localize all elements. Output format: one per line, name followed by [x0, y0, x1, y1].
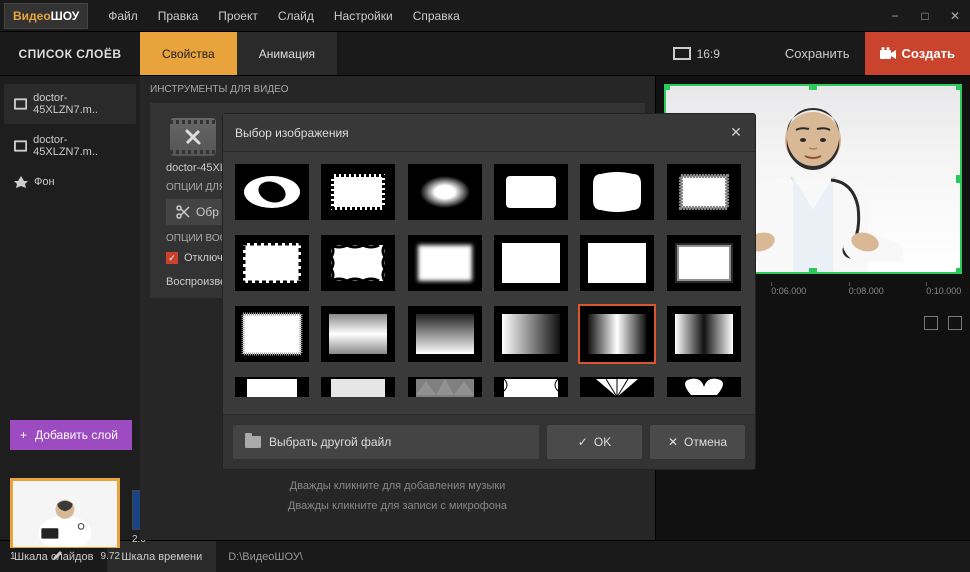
menu-help[interactable]: Справка	[403, 1, 470, 31]
mask-option[interactable]	[494, 164, 568, 220]
tick: 0:08.000	[849, 286, 884, 296]
cross-icon	[668, 435, 678, 449]
video-clip-icon	[170, 118, 216, 156]
mask-option[interactable]	[321, 306, 395, 362]
titlebar: ВидеоШОУ Файл Правка Проект Слайд Настро…	[0, 0, 970, 32]
choose-file-label: Выбрать другой файл	[269, 435, 391, 449]
add-layer-label: Добавить слой	[35, 428, 118, 442]
create-label: Создать	[902, 46, 955, 61]
snapshot-icon[interactable]	[924, 316, 938, 330]
mask-option[interactable]	[580, 377, 654, 397]
layer-label: doctor-45XLZN7.m..	[33, 92, 126, 116]
doctor-thumbnail-image	[13, 481, 117, 547]
mask-option[interactable]	[408, 235, 482, 291]
minimize-button[interactable]: −	[880, 1, 910, 31]
create-button[interactable]: Создать	[865, 32, 970, 75]
cancel-button[interactable]: Отмена	[650, 425, 745, 459]
mask-option[interactable]	[494, 235, 568, 291]
add-music-hint[interactable]: Дважды кликните для добавления музыки	[140, 480, 655, 492]
tick: 0:06.000	[771, 286, 806, 296]
check-icon	[578, 435, 588, 449]
mask-option[interactable]	[408, 377, 482, 397]
layer-item[interactable]: Фон	[4, 168, 136, 196]
mask-option[interactable]	[235, 164, 309, 220]
crop-label: Обр	[196, 205, 219, 219]
menu-settings[interactable]: Настройки	[324, 1, 403, 31]
modal-header: Выбор изображения ✕	[223, 114, 755, 152]
tools-label: ИНСТРУМЕНТЫ ДЛЯ ВИДЕО	[140, 76, 655, 103]
modal-footer: Выбрать другой файл OK Отмена	[223, 414, 755, 469]
mask-option[interactable]	[494, 306, 568, 362]
record-mic-hint[interactable]: Дважды кликните для записи с микрофона	[140, 500, 655, 512]
tick: 0:10.000	[926, 286, 961, 296]
film-icon	[14, 140, 27, 152]
app-logo: ВидеоШОУ	[4, 3, 88, 29]
mask-option[interactable]	[408, 164, 482, 220]
property-tabs: Свойства Анимация	[140, 32, 337, 75]
mask-option[interactable]	[235, 235, 309, 291]
mask-option-selected[interactable]	[580, 306, 654, 362]
checkbox-icon: ✓	[166, 252, 178, 264]
menu-project[interactable]: Проект	[208, 1, 268, 31]
modal-title: Выбор изображения	[235, 126, 349, 140]
mask-option[interactable]	[235, 377, 309, 397]
fullscreen-icon[interactable]	[948, 316, 962, 330]
window-controls: − □ ✕	[880, 1, 970, 31]
layers-panel: doctor-45XLZN7.m.. doctor-45XLZN7.m.. Фо…	[0, 76, 140, 540]
crop-button[interactable]: Обр	[166, 199, 229, 225]
menu-slide[interactable]: Слайд	[268, 1, 324, 31]
mask-option[interactable]	[321, 377, 395, 397]
save-button[interactable]: Сохранить	[770, 32, 865, 75]
plus-icon: +	[20, 428, 27, 442]
maximize-button[interactable]: □	[910, 1, 940, 31]
mask-option[interactable]	[580, 235, 654, 291]
aspect-label: 16:9	[697, 47, 720, 61]
layers-panel-title: СПИСОК СЛОЁВ	[0, 47, 140, 61]
mask-option[interactable]	[667, 306, 741, 362]
layer-item[interactable]: doctor-45XLZN7.m..	[4, 84, 136, 124]
layer-label: Фон	[34, 176, 55, 188]
ok-button[interactable]: OK	[547, 425, 642, 459]
close-button[interactable]: ✕	[940, 1, 970, 31]
aspect-ratio[interactable]: 16:9	[673, 47, 720, 61]
scissors-icon	[176, 205, 190, 219]
mask-grid[interactable]	[223, 152, 755, 414]
menu-file[interactable]: Файл	[98, 1, 148, 31]
thumb-duration: 9.72	[101, 551, 120, 562]
ok-label: OK	[594, 435, 611, 449]
project-path: D:\ВидеоШОУ\	[216, 551, 315, 563]
mask-option[interactable]	[235, 306, 309, 362]
mask-option[interactable]	[494, 377, 568, 397]
slide-thumbnail[interactable]	[10, 478, 120, 548]
mask-option[interactable]	[667, 235, 741, 291]
mask-option[interactable]	[321, 164, 395, 220]
toolbar: СПИСОК СЛОЁВ Свойства Анимация 16:9 Сохр…	[0, 32, 970, 76]
image-picker-modal: Выбор изображения ✕ Выбрат	[222, 113, 756, 470]
mask-option[interactable]	[408, 306, 482, 362]
camera-icon	[880, 47, 896, 61]
main-menu: Файл Правка Проект Слайд Настройки Справ…	[98, 1, 470, 31]
music-hints: Дважды кликните для добавления музыки Дв…	[140, 472, 655, 520]
layer-label: doctor-45XLZN7.m..	[33, 134, 126, 158]
mask-option[interactable]	[321, 235, 395, 291]
cancel-label: Отмена	[684, 435, 727, 449]
pencil-icon[interactable]	[52, 551, 64, 561]
folder-icon	[245, 436, 261, 448]
film-icon	[14, 98, 27, 110]
tab-properties[interactable]: Свойства	[140, 32, 237, 75]
background-icon	[14, 176, 28, 188]
layer-item[interactable]: doctor-45XLZN7.m..	[4, 126, 136, 166]
mask-option[interactable]	[667, 164, 741, 220]
mask-option[interactable]	[667, 377, 741, 397]
tab-animation[interactable]: Анимация	[237, 32, 337, 75]
aspect-icon	[673, 47, 691, 60]
modal-close-button[interactable]: ✕	[729, 124, 743, 141]
menu-edit[interactable]: Правка	[148, 1, 209, 31]
choose-file-button[interactable]: Выбрать другой файл	[233, 425, 539, 459]
mask-option[interactable]	[580, 164, 654, 220]
thumb-index: 1	[10, 551, 16, 562]
add-layer-button[interactable]: + Добавить слой	[10, 420, 132, 450]
